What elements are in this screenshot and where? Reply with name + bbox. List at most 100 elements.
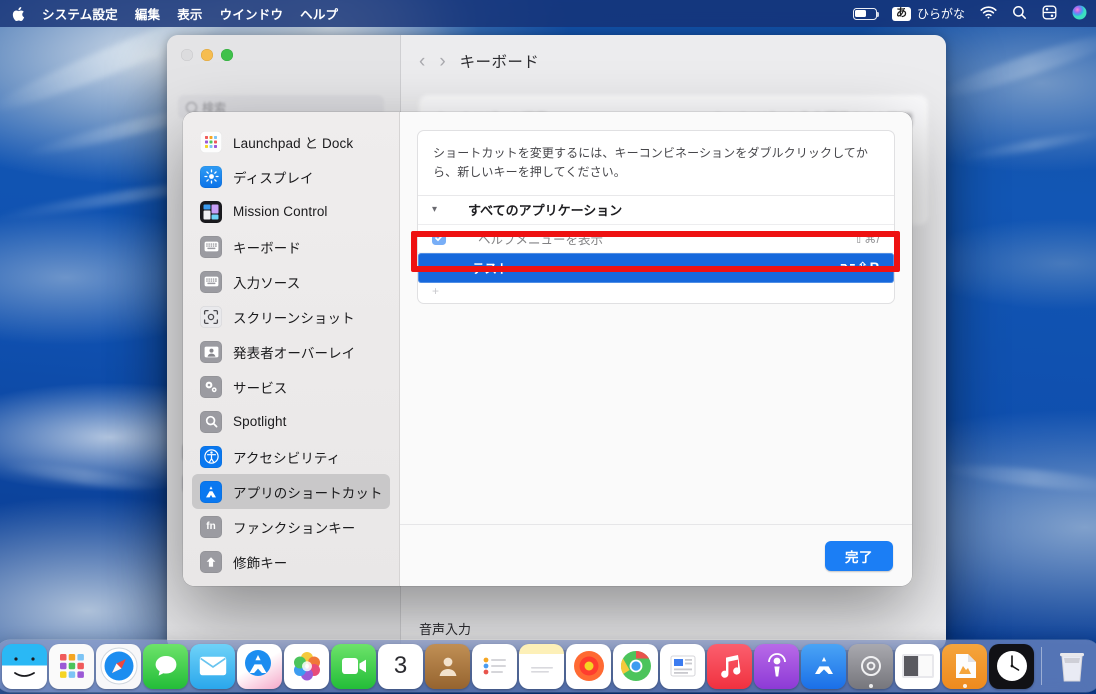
dock-item-messages[interactable] (143, 643, 188, 689)
sidebar-item-spotlight[interactable]: Spotlight (192, 404, 390, 439)
dock-item-preview[interactable] (942, 643, 987, 689)
dictation-label: 音声入力 (419, 622, 472, 637)
dock-item-finder[interactable] (2, 643, 47, 689)
sidebar-item-label: キーボード (233, 240, 301, 256)
sidebar-item-app-shortcuts[interactable]: アプリのショートカット (192, 474, 390, 509)
screenshot-folder-icon (895, 643, 940, 689)
search-icon[interactable] (1012, 5, 1027, 23)
function-keys-icon: fn (200, 515, 222, 538)
sidebar-item-modifier-keys[interactable]: 修飾キー (192, 544, 390, 579)
display-icon (200, 165, 222, 188)
chrome-icon (613, 643, 658, 689)
sidebar-item-accessibility[interactable]: アクセシビリティ (192, 439, 390, 474)
search-icon (186, 101, 197, 113)
chevron-down-icon[interactable]: ▾ (432, 204, 468, 215)
sidebar-item-presenter-overlay[interactable]: 発表者オーバーレイ (192, 334, 390, 369)
running-indicator (962, 683, 967, 688)
shortcut-name: テスト (472, 262, 510, 277)
ime-badge[interactable]: あ (891, 6, 911, 21)
add-shortcut-row[interactable]: + (418, 283, 894, 303)
launchpad-icon (200, 130, 222, 153)
sidebar-item-label: 入力ソース (233, 275, 301, 291)
maximize-button[interactable] (221, 49, 233, 61)
podcasts-icon (754, 643, 799, 689)
dock-item-photos[interactable] (284, 643, 329, 689)
dock-item-firefox[interactable] (566, 643, 611, 689)
dock-item-news[interactable] (660, 643, 705, 689)
dock-item-safari[interactable] (96, 643, 141, 689)
table-row-selected[interactable]: テスト ⌥⇧P (418, 252, 894, 283)
dock-item-mail[interactable] (190, 643, 235, 689)
running-indicator (22, 683, 27, 688)
done-button[interactable]: 完了 (825, 540, 893, 571)
sidebar-item-services[interactable]: サービス (192, 369, 390, 404)
clock-icon (989, 643, 1034, 689)
sidebar-item-screenshot[interactable]: スクリーンショット (192, 299, 390, 334)
sidebar-item-display[interactable]: ディスプレイ (192, 159, 390, 194)
dock-item-launchpad[interactable] (49, 643, 94, 689)
spotlight-icon (200, 410, 222, 433)
sidebar-item-label: ディスプレイ (233, 170, 314, 186)
shortcut-group-label: すべてのアプリケーション (468, 203, 623, 219)
dock-item-screenshot-folder[interactable] (895, 643, 940, 689)
dock-item-trash[interactable] (1049, 644, 1094, 689)
dock-item-podcasts[interactable] (754, 643, 799, 689)
siri-icon[interactable] (1072, 5, 1087, 23)
sidebar-item-label: 修飾キー (233, 555, 288, 571)
control-center-icon[interactable] (1042, 5, 1057, 23)
app-shortcuts-sheet: Launchpad と Dock ディスプレイ Mission Control … (183, 112, 912, 586)
dock-item-app-store[interactable] (237, 643, 282, 689)
accessibility-icon (200, 445, 222, 468)
preview-icon (942, 643, 987, 689)
menu-bar: システム設定 編集 表示 ウインドウ ヘルプ あ ひらがな (0, 0, 1096, 27)
wifi-icon[interactable] (980, 5, 997, 22)
shortcuts-body: ショートカットを変更するには、キーコンビネーションをダブルクリックしてから、新し… (400, 112, 912, 524)
minimize-button[interactable] (201, 49, 213, 61)
input-source-icon (200, 270, 222, 293)
app-store-icon (237, 643, 282, 689)
menu-item-window[interactable]: ウインドウ (220, 4, 284, 23)
dock-item-chrome[interactable] (613, 643, 658, 689)
sidebar-item-mission-control[interactable]: Mission Control (192, 194, 390, 229)
dock-item-reminders[interactable] (472, 643, 517, 689)
shortcut-checkbox[interactable] (432, 231, 446, 246)
window-traffic-lights[interactable] (181, 49, 233, 61)
dock-item-system-settings[interactable] (848, 643, 893, 689)
screenshot-icon (200, 305, 222, 328)
sidebar-item-label: サービス (233, 380, 288, 396)
calendar-icon: 3 (378, 643, 423, 689)
ime-label[interactable]: ひらがな (917, 5, 965, 22)
facetime-icon (331, 643, 376, 689)
dock-item-facetime[interactable] (331, 643, 376, 689)
dock-item-appstore-blue[interactable] (801, 643, 846, 689)
dock-item-clock[interactable] (989, 643, 1034, 689)
dock-item-calendar[interactable]: 3 (378, 643, 423, 689)
menu-item-system-settings[interactable]: システム設定 (42, 4, 118, 23)
shortcut-key[interactable]: ⇧⌘/ (854, 231, 880, 246)
shortcut-group-header[interactable]: ▾ すべてのアプリケーション (418, 196, 894, 225)
chevron-right-icon[interactable]: › (439, 52, 445, 71)
table-row[interactable]: ヘルプメニューを表示 ⇧⌘/ (418, 225, 894, 253)
dock-item-music[interactable] (707, 643, 752, 689)
safari-icon (96, 643, 141, 689)
sidebar-item-label: Spotlight (233, 414, 287, 429)
sidebar-item-label: アプリのショートカット (233, 485, 383, 501)
close-button[interactable] (181, 49, 193, 61)
sidebar-item-keyboard[interactable]: キーボード (192, 229, 390, 264)
menu-item-edit[interactable]: 編集 (135, 4, 160, 23)
sidebar-item-launchpad-dock[interactable]: Launchpad と Dock (192, 124, 390, 159)
sidebar-item-function-keys[interactable]: fn ファンクションキー (192, 509, 390, 544)
menu-item-view[interactable]: 表示 (177, 4, 202, 23)
notes-icon (519, 643, 564, 689)
dock-item-contacts[interactable] (425, 643, 470, 689)
shortcut-key[interactable]: ⌥⇧P (840, 259, 880, 276)
sidebar-item-input-sources[interactable]: 入力ソース (192, 264, 390, 299)
plus-icon[interactable]: + (432, 284, 439, 298)
dock-item-notes[interactable] (519, 643, 564, 689)
apple-logo-icon[interactable] (11, 6, 25, 22)
battery-icon[interactable] (852, 7, 880, 20)
menu-item-help[interactable]: ヘルプ (300, 4, 338, 23)
chevron-left-icon[interactable]: ‹ (419, 52, 425, 71)
sheet-category-list: Launchpad と Dock ディスプレイ Mission Control … (183, 112, 400, 586)
app-store-icon (801, 643, 846, 689)
